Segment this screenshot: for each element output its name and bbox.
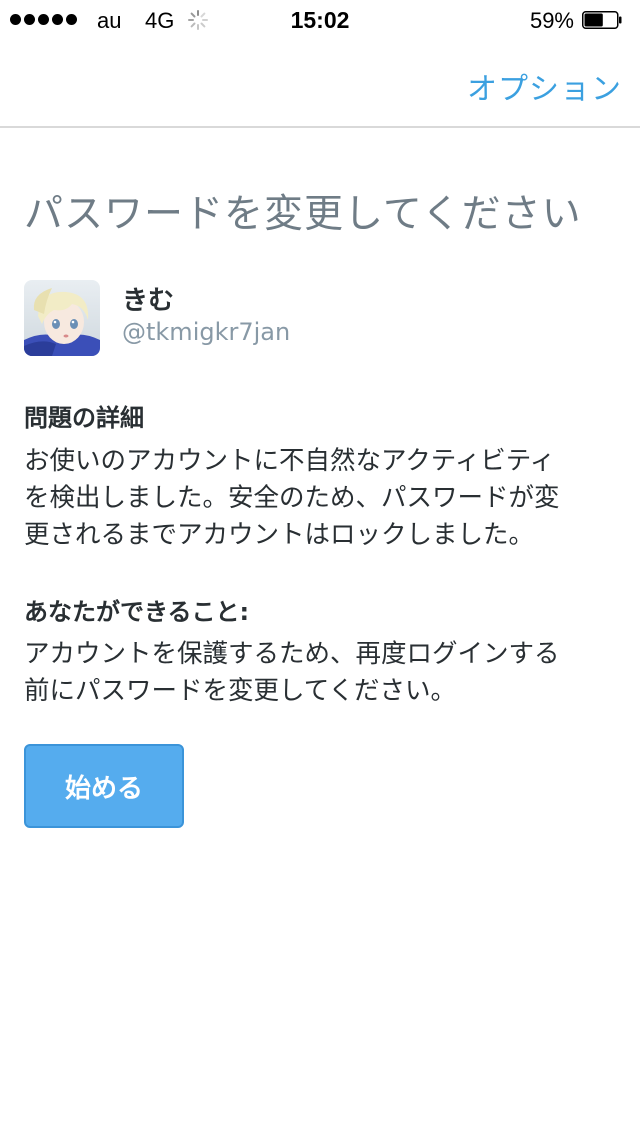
- nav-bar: オプション: [0, 40, 640, 128]
- page-title: パスワードを変更してください: [24, 192, 582, 237]
- start-button[interactable]: 始める: [24, 744, 184, 828]
- battery-fill: [584, 13, 603, 27]
- options-button[interactable]: オプション: [467, 64, 622, 108]
- details-line: お使いのアカウントに不自然なアクティビティ: [24, 446, 556, 476]
- user-display-name: きむ: [122, 286, 175, 316]
- status-bar: au 4G 15:02 59%: [0, 0, 640, 40]
- actions-text: アカウントを保護するため、再度ログインする 前にパスワードを変更してください。: [24, 636, 624, 710]
- actions-line: 前にパスワードを変更してください。: [24, 676, 456, 706]
- user-handle: @tkmigkr7jan: [122, 318, 291, 346]
- battery-icon: [582, 11, 622, 29]
- details-heading: 問題の詳細: [24, 404, 144, 432]
- details-line: を検出しました。安全のため、パスワードが変: [24, 483, 560, 513]
- details-text: お使いのアカウントに不自然なアクティビティ を検出しました。安全のため、パスワー…: [24, 443, 624, 554]
- actions-heading: あなたができること:: [24, 598, 250, 626]
- avatar: [24, 280, 100, 356]
- actions-line: アカウントを保護するため、再度ログインする: [24, 639, 560, 669]
- details-line: 更されるまでアカウントはロックしました。: [24, 520, 535, 550]
- battery-percentage: 59%: [529, 8, 574, 33]
